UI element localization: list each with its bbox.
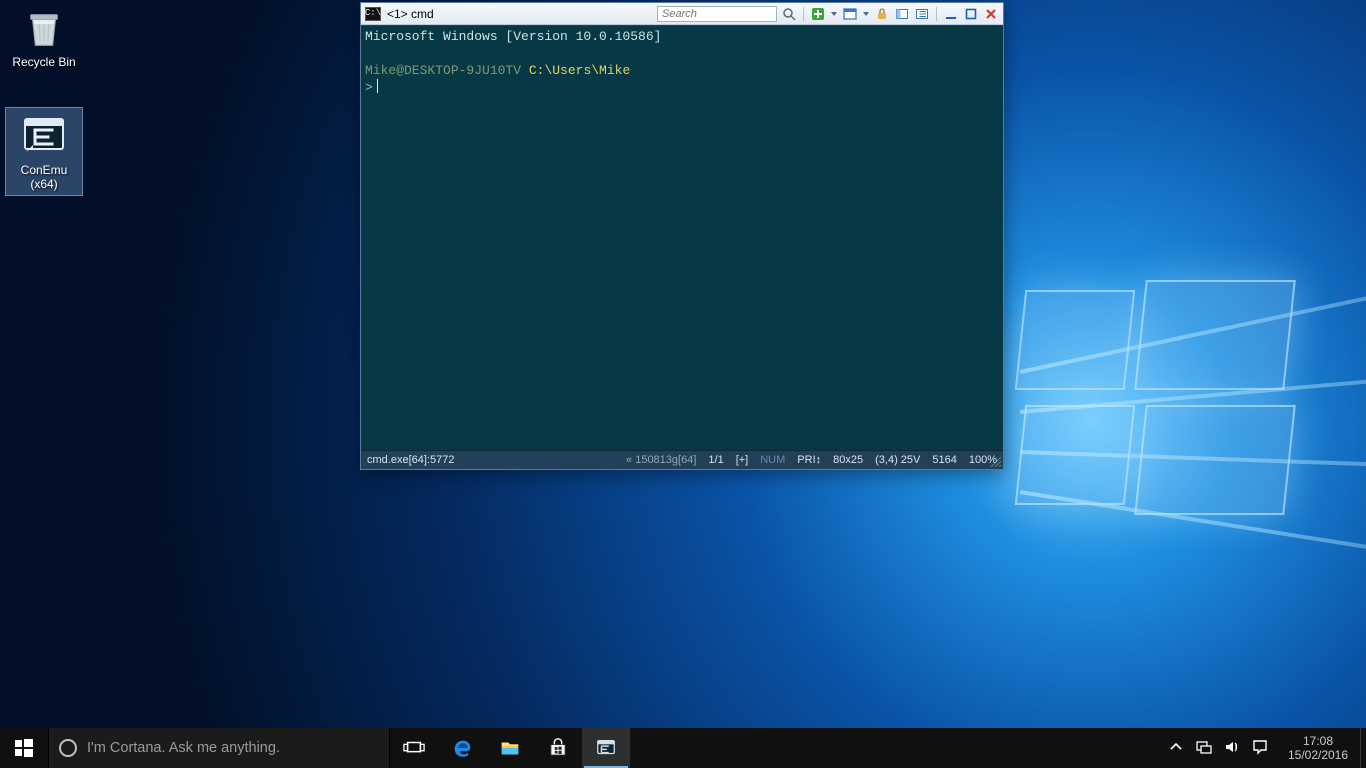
text-cursor — [377, 79, 378, 93]
search-icon[interactable] — [781, 6, 797, 22]
prompt-char: > — [365, 80, 373, 95]
search-input[interactable] — [657, 6, 777, 22]
resize-grip[interactable] — [989, 455, 1001, 467]
clock-date: 15/02/2016 — [1276, 748, 1360, 762]
terminal-line: Microsoft Windows [Version 10.0.10586] — [365, 29, 661, 44]
tray[interactable] — [1160, 728, 1276, 768]
conemu-icon — [20, 112, 68, 160]
tab-console-icon: C:\ — [365, 7, 381, 21]
tray-action-center-icon[interactable] — [1252, 739, 1268, 758]
status-mem: 5164 — [932, 451, 956, 470]
statusbar: cmd.exe[64]:5772 « 150813g[64] 1/1 [+] N… — [361, 450, 1003, 469]
terminal-area[interactable]: Microsoft Windows [Version 10.0.10586] M… — [361, 25, 1003, 450]
close-button[interactable] — [983, 6, 999, 22]
taskbar: 17:08 15/02/2016 — [0, 728, 1366, 768]
prompt-path: C:\Users\Mike — [529, 63, 630, 78]
tray-network-icon[interactable] — [1196, 739, 1212, 758]
new-console-button[interactable] — [810, 6, 826, 22]
desktop-icon-conemu[interactable]: ConEmu (x64) — [6, 108, 82, 195]
desktop-icon-label: Recycle Bin — [6, 55, 82, 69]
taskbar-clock[interactable]: 17:08 15/02/2016 — [1276, 728, 1360, 768]
taskbar-app-conemu[interactable] — [582, 728, 630, 768]
cortana-icon — [59, 739, 77, 757]
status-process: cmd.exe[64]:5772 — [367, 451, 454, 470]
status-tabs: 1/1 — [708, 451, 723, 470]
window-split-dropdown[interactable] — [862, 6, 870, 22]
start-button[interactable] — [0, 728, 48, 768]
status-size: 80x25 — [833, 451, 863, 470]
tray-overflow-button[interactable] — [1168, 739, 1184, 758]
desktop-icon-recycle-bin[interactable]: Recycle Bin — [6, 4, 82, 69]
clock-time: 17:08 — [1276, 734, 1360, 748]
titlebar[interactable]: C:\ <1> cmd — [361, 3, 1003, 25]
cortana-search[interactable] — [48, 728, 390, 768]
task-view-button[interactable] — [390, 728, 438, 768]
status-priority: PRI↕ — [797, 451, 821, 470]
tray-volume-icon[interactable] — [1224, 739, 1240, 758]
status-build: « 150813g[64] — [626, 451, 696, 470]
window-split-button[interactable] — [842, 6, 858, 22]
cortana-input[interactable] — [87, 740, 357, 756]
taskbar-app-store[interactable] — [534, 728, 582, 768]
taskbar-app-edge[interactable] — [438, 728, 486, 768]
lock-button[interactable] — [874, 6, 890, 22]
prompt-user: Mike@DESKTOP-9JU10TV — [365, 63, 521, 78]
conemu-window: C:\ <1> cmd — [360, 2, 1004, 470]
new-console-dropdown[interactable] — [830, 6, 838, 22]
status-plus[interactable]: [+] — [736, 451, 749, 470]
panel-right-button[interactable] — [914, 6, 930, 22]
maximize-button[interactable] — [963, 6, 979, 22]
minimize-button[interactable] — [943, 6, 959, 22]
panel-left-button[interactable] — [894, 6, 910, 22]
status-numlock: NUM — [760, 451, 785, 470]
desktop-icon-label: ConEmu (x64) — [6, 163, 82, 191]
recycle-bin-icon — [20, 4, 68, 52]
window-title: <1> cmd — [385, 7, 434, 21]
show-desktop-button[interactable] — [1360, 728, 1366, 768]
taskbar-app-file-explorer[interactable] — [486, 728, 534, 768]
status-cursor-pos: (3,4) 25V — [875, 451, 920, 470]
